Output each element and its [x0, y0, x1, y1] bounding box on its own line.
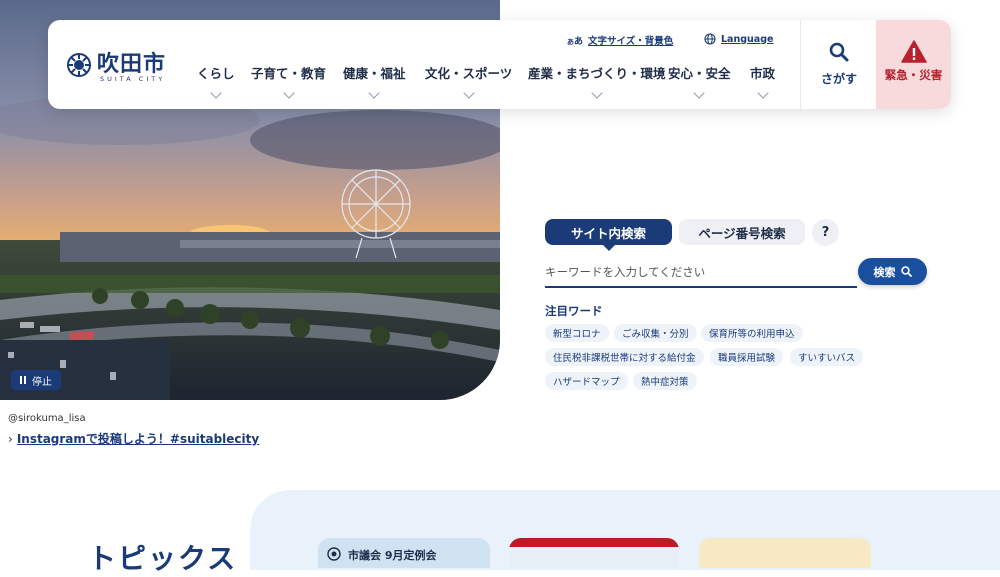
emergency-label: 緊急・災害 [884, 68, 943, 82]
featured-word-chip[interactable]: 保育所等の利用申込 [701, 324, 803, 342]
topic-card[interactable] [699, 538, 871, 568]
header-search-button[interactable]: さがす [800, 20, 877, 109]
featured-word-chip[interactable]: ごみ収集・分別 [614, 324, 697, 342]
featured-word-chip[interactable]: 新型コロナ [545, 324, 609, 342]
nav-item-culture-sports[interactable]: 文化・スポーツ [425, 63, 513, 99]
emblem-logo-icon [67, 53, 91, 77]
header-search-label: さがす [820, 72, 857, 86]
nav-item-city-government[interactable]: 市政 [750, 63, 776, 99]
chevron-down-icon [368, 87, 380, 99]
nav-item-label: 子育て・教育 [251, 66, 327, 81]
site-logo[interactable]: 吹田市 SUITA CITY [66, 46, 166, 86]
globe-icon [704, 33, 716, 45]
chevron-down-icon [462, 87, 475, 99]
chevron-down-icon [282, 87, 295, 99]
chevron-down-icon [756, 87, 769, 99]
text-size-small-glyph: あ [567, 37, 574, 46]
featured-words-title: 注目ワード [545, 304, 603, 318]
keyword-search-input[interactable] [545, 258, 857, 288]
site-header: 吹田市 SUITA CITY ああ 文字サイズ・背景色 Language くらし… [48, 20, 951, 109]
language-link[interactable]: Language [704, 33, 773, 45]
text-size-large-glyph: あ [574, 36, 584, 47]
text-size-label: 文字サイズ・背景色 [588, 36, 674, 47]
logo-name: 吹田市 [97, 52, 167, 77]
nav-item-label: 安心・安全 [668, 66, 731, 81]
search-submit-button[interactable]: 検索 [858, 258, 927, 285]
nav-item-label: 文化・スポーツ [425, 66, 513, 81]
nav-item-health-welfare[interactable]: 健康・福祉 [343, 63, 406, 99]
text-size-link[interactable]: ああ 文字サイズ・背景色 [567, 33, 673, 47]
emblem-icon [327, 547, 341, 561]
pause-slideshow-button[interactable]: 停止 [11, 370, 61, 390]
nav-item-childcare-education[interactable]: 子育て・教育 [251, 63, 327, 99]
chevron-down-icon [210, 87, 222, 99]
instagram-link[interactable]: › Instagramで投稿しよう！#suitablecity [8, 430, 259, 447]
nav-item-label: 市政 [750, 66, 776, 81]
chevron-right-icon: › [8, 432, 13, 446]
chevron-down-icon [591, 87, 603, 99]
photo-credit: @sirokuma_lisa [8, 413, 86, 424]
tab-page-number-search[interactable]: ページ番号検索 [679, 219, 805, 245]
emergency-button[interactable]: 緊急・災害 [876, 20, 951, 109]
nav-item-safety[interactable]: 安心・安全 [668, 63, 731, 99]
topics-heading: トピックス [88, 542, 238, 575]
search-icon [829, 42, 849, 62]
logo-subtitle: SUITA CITY [100, 75, 166, 83]
topic-card[interactable] [509, 538, 679, 568]
topic-card-label: 市議会 9月定例会 [348, 549, 437, 562]
nav-item-kurashi[interactable]: くらし [197, 63, 235, 99]
language-label: Language [721, 33, 774, 45]
featured-word-chip[interactable]: 熱中症対策 [633, 372, 697, 390]
warning-icon [901, 40, 927, 63]
search-icon [900, 266, 912, 277]
nav-item-label: 健康・福祉 [343, 66, 406, 81]
topic-card-council[interactable]: 市議会 9月定例会 [318, 538, 490, 568]
featured-word-chip[interactable]: すいすいバス [790, 348, 864, 366]
featured-word-chip[interactable]: 職員採用試験 [710, 348, 784, 366]
featured-word-chip[interactable]: ハザードマップ [545, 372, 628, 390]
nav-item-industry-town-environment[interactable]: 産業・まちづくり・環境 [528, 63, 666, 99]
pause-label: 停止 [32, 376, 52, 388]
instagram-link-text: Instagramで投稿しよう！#suitablecity [16, 432, 260, 446]
search-submit-label: 検索 [873, 265, 896, 279]
nav-item-label: くらし [197, 66, 235, 81]
tab-site-search[interactable]: サイト内検索 [545, 219, 672, 251]
search-help-button[interactable]: ? [812, 219, 839, 246]
chevron-down-icon [693, 87, 705, 99]
featured-word-chip[interactable]: 住民税非課税世帯に対する給付金 [545, 348, 704, 366]
text-size-icon: ああ [567, 34, 583, 47]
pause-icon [20, 376, 26, 384]
nav-item-label: 産業・まちづくり・環境 [528, 66, 666, 81]
